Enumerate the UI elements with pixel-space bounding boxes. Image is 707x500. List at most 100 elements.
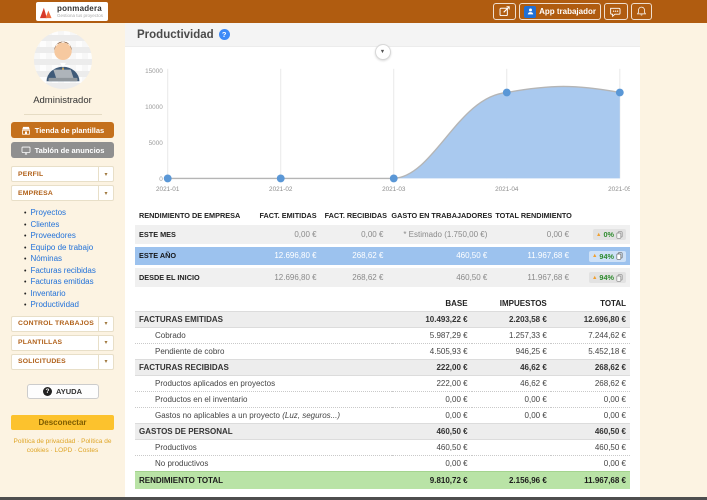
- cell-value: 268,62 €: [321, 268, 388, 287]
- trend-badge[interactable]: ▲94%: [589, 251, 626, 262]
- sidebar-item-proveedores[interactable]: •Proveedores: [24, 231, 125, 243]
- row-label: Productos en el inventario: [135, 391, 392, 407]
- sidebar-section-control-trabajos[interactable]: CONTROL TRABAJOS ▾: [11, 316, 114, 332]
- sidebar-item-proyectos[interactable]: • Proyectos: [24, 208, 125, 220]
- cell-value: 460,50 €: [551, 423, 630, 439]
- sidebar-item-productividad[interactable]: •Productividad: [24, 300, 125, 312]
- notifications-button[interactable]: [631, 3, 652, 20]
- cell-value: 460,50 €: [392, 423, 471, 439]
- cell-value: * Estimado (1.750,00 €): [387, 225, 491, 244]
- tablon-anuncios-button[interactable]: Tablón de anuncios: [11, 142, 114, 158]
- x-tick: 2021-04: [495, 186, 519, 193]
- cell-value: 268,62 €: [321, 247, 388, 266]
- sidebar-item-nominas[interactable]: •Nóminas: [24, 254, 125, 266]
- chat-icon: [609, 6, 623, 18]
- table-row-este-mes: ESTE MES 0,00 € 0,00 € * Estimado (1.750…: [135, 225, 630, 244]
- help-icon[interactable]: ?: [219, 29, 230, 40]
- cell-value: 222,00 €: [392, 375, 471, 391]
- messages-button[interactable]: [604, 3, 628, 20]
- data-point[interactable]: [277, 175, 285, 183]
- cell-value: [472, 439, 551, 455]
- tienda-plantillas-button[interactable]: Tienda de plantillas: [11, 122, 114, 138]
- sidebar-section-empresa[interactable]: EMPRESA ▾: [11, 185, 114, 201]
- sidebar-item-inventario[interactable]: • Inventario: [24, 289, 125, 301]
- chevron-down-icon: ▾: [98, 186, 113, 200]
- summary-table: RENDIMIENTO DE EMPRESA FACT. EMITIDAS FA…: [135, 205, 630, 290]
- table-row-este-ano: ESTE AÑO 12.696,80 € 268,62 € 460,50 € 1…: [135, 247, 630, 266]
- row-label: ESTE MES: [135, 225, 254, 244]
- cell-value: 0,00 €: [254, 225, 321, 244]
- ayuda-button[interactable]: ? AYUDA: [27, 384, 99, 399]
- cell-value: 5.987,29 €: [392, 327, 471, 343]
- row-label: No productivos: [135, 455, 392, 471]
- cell-value: 268,62 €: [551, 359, 630, 375]
- desconectar-button[interactable]: Desconectar: [11, 415, 114, 430]
- main-content: Productividad ? ▼ 15000 10000 5000 0: [125, 23, 640, 497]
- cell-value: 12.696,80 €: [551, 311, 630, 327]
- cell-value: 0,00 €: [551, 407, 630, 423]
- header-actions: App trabajador: [493, 3, 652, 20]
- percent-value: 0%: [603, 230, 614, 239]
- copy-icon: [616, 231, 623, 239]
- table-row-facturas-recibidas: FACTURAS RECIBIDAS 222,00 € 46,62 € 268,…: [135, 359, 630, 375]
- sidebar-item-label: Facturas emitidas: [30, 277, 93, 286]
- cell-value: 946,25 €: [472, 343, 551, 359]
- cell-value: [472, 423, 551, 439]
- sidebar-item-equipo-de-trabajo[interactable]: •Equipo de trabajo: [24, 243, 125, 255]
- bullet-icon: •: [24, 210, 26, 217]
- trend-badge[interactable]: ▲94%: [589, 272, 626, 283]
- link-politica-privacidad[interactable]: Política de privacidad: [14, 438, 76, 445]
- col-header: FACT. RECIBIDAS: [321, 208, 388, 222]
- bullet-icon: •: [24, 222, 26, 229]
- sidebar-item-facturas-recibidas[interactable]: •Facturas recibidas: [24, 266, 125, 278]
- data-point[interactable]: [503, 89, 511, 97]
- col-header: IMPUESTOS: [472, 296, 551, 312]
- cell-value: 0,00 €: [392, 391, 471, 407]
- col-header: TOTAL: [551, 296, 630, 312]
- bullet-icon: •: [24, 291, 26, 298]
- data-point[interactable]: [616, 89, 624, 97]
- cell-value: 0,00 €: [472, 407, 551, 423]
- trend-badge[interactable]: ▲0%: [593, 229, 626, 240]
- link-costes[interactable]: Costes: [78, 447, 98, 454]
- sidebar-item-facturas-emitidas[interactable]: •Facturas emitidas: [24, 277, 125, 289]
- collapse-panel-button[interactable]: ▼: [375, 44, 391, 60]
- cell-value: 9.810,72 €: [392, 471, 471, 489]
- logo-text: ponmadera: [57, 5, 103, 13]
- table-row-rendimiento-total: RENDIMIENTO TOTAL 9.810,72 € 2.156,96 € …: [135, 471, 630, 489]
- sidebar-section-solicitudes[interactable]: SOLICITUDES ▾: [11, 354, 114, 370]
- data-point[interactable]: [390, 175, 398, 183]
- table-row-productos-aplicados: Productos aplicados en proyectos 222,00 …: [135, 375, 630, 391]
- compose-button[interactable]: [493, 3, 516, 20]
- legal-links: Política de privacidad · Política de coo…: [9, 437, 117, 456]
- app-trabajador-button[interactable]: App trabajador: [519, 3, 601, 20]
- sidebar-item-label: Proyectos: [30, 208, 66, 217]
- productivity-card: ▼ 15000 10000 5000 0: [125, 47, 640, 489]
- sidebar-section-perfil[interactable]: PERFIL ▾: [11, 166, 114, 182]
- logo[interactable]: ponmadera Gestiona tus proyectos: [36, 2, 108, 21]
- row-label: Productos aplicados en proyectos: [135, 375, 392, 391]
- y-tick: 5000: [149, 140, 164, 147]
- table-row-productos-inventario: Productos en el inventario 0,00 € 0,00 €…: [135, 391, 630, 407]
- area-fill: [394, 86, 620, 178]
- sidebar-item-label: Productividad: [30, 300, 78, 309]
- copy-icon: [616, 252, 623, 260]
- sidebar: Administrador Tienda de plantillas Tabló…: [0, 23, 125, 497]
- logo-tagline: Gestiona tus proyectos: [57, 14, 103, 19]
- data-point[interactable]: [164, 175, 172, 183]
- cell-value: 11.967,68 €: [551, 471, 630, 489]
- row-label: ESTE AÑO: [135, 247, 254, 266]
- chevron-down-icon: ▾: [98, 336, 113, 350]
- sidebar-section-plantillas[interactable]: PLANTILLAS ▾: [11, 335, 114, 351]
- section-label: SOLICITUDES: [12, 358, 98, 365]
- section-label: CONTROL TRABAJOS: [12, 320, 98, 327]
- row-label: DESDE EL INICIO: [135, 268, 254, 287]
- user-role-label: Administrador: [0, 95, 125, 106]
- sidebar-item-clientes[interactable]: •Clientes: [24, 220, 125, 232]
- cell-value: 460,50 €: [387, 268, 491, 287]
- table-row-gastos-no-aplicables: Gastos no aplicables a un proyecto (Luz,…: [135, 407, 630, 423]
- section-label: EMPRESA: [12, 190, 98, 197]
- link-lopd[interactable]: LOPD: [55, 447, 73, 454]
- chevron-down-icon: ▾: [98, 167, 113, 181]
- sidebar-item-label: Inventario: [30, 289, 65, 298]
